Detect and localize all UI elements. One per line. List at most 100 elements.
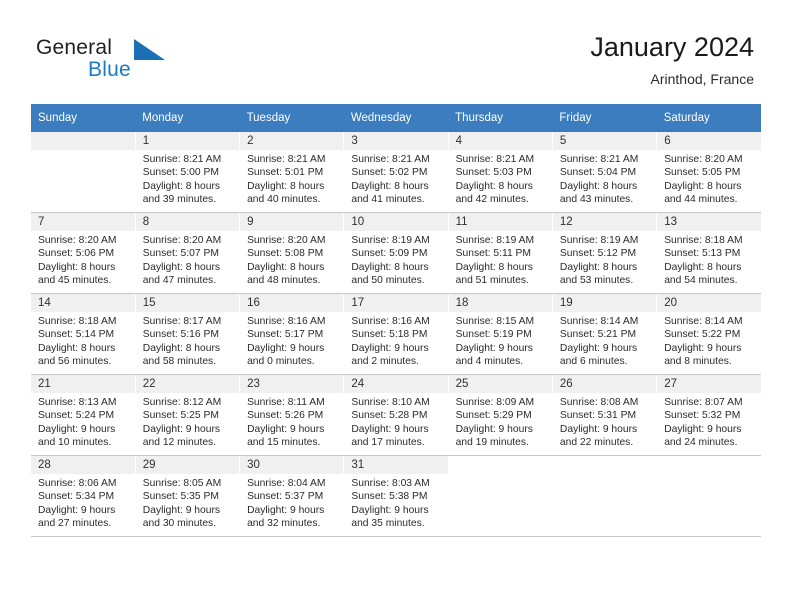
calendar-day-cell[interactable] [448, 455, 553, 537]
day-detail-sunset: Sunset: 5:28 PM [351, 410, 428, 422]
calendar-day-cell[interactable]: 9 Sunrise: 8:20 AM Sunset: 5:08 PM Daylight… [239, 212, 345, 294]
day-details: Sunrise: 8:20 AM Sunset: 5:08 PM Daylight:… [240, 231, 343, 288]
calendar-day-cell[interactable]: 7 Sunrise: 8:20 AM Sunset: 5:06 PM Daylight… [31, 212, 136, 294]
day-detail-daylight2: and 2 minutes. [351, 356, 419, 368]
calendar-day-cell[interactable]: 28 Sunrise: 8:06 AM Sunset: 5:34 PM Dayligh… [31, 455, 136, 537]
calendar-week-row: 7 Sunrise: 8:20 AM Sunset: 5:06 PM Daylight… [31, 212, 761, 294]
calendar-day-cell[interactable]: 20 Sunrise: 8:14 AM Sunset: 5:22 PM Dayligh… [656, 293, 761, 375]
day-detail-sunrise: Sunrise: 8:18 AM [664, 235, 743, 246]
day-detail-daylight1: Daylight: 8 hours [247, 180, 325, 192]
day-number: 17 [344, 294, 448, 312]
day-detail-daylight2: and 54 minutes. [664, 275, 738, 287]
day-detail-daylight1: Daylight: 9 hours [664, 423, 742, 435]
calendar-day-cell[interactable]: 19 Sunrise: 8:14 AM Sunset: 5:21 PM Dayligh… [552, 293, 658, 375]
calendar-day-cell[interactable]: 5 Sunrise: 8:21 AM Sunset: 5:04 PM Daylight… [552, 132, 658, 213]
day-detail-sunrise: Sunrise: 8:13 AM [38, 397, 117, 408]
day-detail-sunrise: Sunrise: 8:04 AM [247, 478, 326, 489]
day-detail-daylight1: Daylight: 9 hours [351, 423, 429, 435]
calendar-day-cell[interactable]: 14 Sunrise: 8:18 AM Sunset: 5:14 PM Dayligh… [31, 293, 136, 375]
day-number [31, 132, 135, 150]
day-details: Sunrise: 8:20 AM Sunset: 5:06 PM Daylight:… [31, 231, 135, 288]
day-number: 23 [240, 375, 344, 393]
day-detail-daylight2: and 22 minutes. [559, 437, 634, 449]
calendar-day-cell[interactable]: 24 Sunrise: 8:10 AM Sunset: 5:28 PM Dayligh… [343, 374, 449, 456]
brand-name-general: General [36, 36, 113, 59]
day-detail-daylight1: Daylight: 9 hours [38, 423, 116, 435]
calendar-day-cell[interactable]: 4 Sunrise: 8:21 AM Sunset: 5:03 PM Daylight… [448, 132, 553, 213]
day-detail-daylight2: and 6 minutes. [559, 356, 628, 368]
day-number [657, 456, 761, 474]
calendar-day-cell[interactable]: 23 Sunrise: 8:11 AM Sunset: 5:26 PM Dayligh… [239, 374, 345, 456]
calendar-day-cell[interactable]: 1 Sunrise: 8:21 AM Sunset: 5:00 PM Daylight… [135, 132, 241, 213]
day-detail-daylight2: and 8 minutes. [664, 356, 732, 368]
day-detail-daylight2: and 43 minutes. [559, 194, 634, 206]
day-detail-sunrise: Sunrise: 8:11 AM [247, 397, 325, 408]
day-detail-sunrise: Sunrise: 8:20 AM [38, 235, 117, 246]
calendar-day-cell[interactable] [552, 455, 658, 537]
day-detail-daylight1: Daylight: 9 hours [142, 504, 221, 516]
day-detail-sunset: Sunset: 5:16 PM [142, 329, 219, 341]
calendar-day-cell[interactable]: 22 Sunrise: 8:12 AM Sunset: 5:25 PM Dayligh… [135, 374, 241, 456]
calendar-table: Sunday Monday Tuesday Wednesday Thursday… [31, 104, 761, 537]
day-detail-sunset: Sunset: 5:01 PM [247, 167, 324, 179]
day-detail-sunrise: Sunrise: 8:20 AM [664, 154, 743, 165]
day-number: 27 [657, 375, 761, 393]
day-detail-sunrise: Sunrise: 8:05 AM [142, 478, 222, 489]
calendar-day-cell[interactable]: 11 Sunrise: 8:19 AM Sunset: 5:11 PM Dayligh… [448, 212, 553, 294]
day-detail-sunset: Sunset: 5:03 PM [455, 167, 532, 179]
day-detail-sunrise: Sunrise: 8:21 AM [351, 154, 430, 165]
day-detail-daylight1: Daylight: 9 hours [455, 423, 533, 435]
day-details: Sunrise: 8:17 AM Sunset: 5:16 PM Daylight:… [136, 312, 239, 369]
calendar-day-cell[interactable]: 6 Sunrise: 8:20 AM Sunset: 5:05 PM Daylight… [656, 132, 761, 213]
brand-logo[interactable]: General Blue [36, 36, 226, 88]
day-detail-sunset: Sunset: 5:24 PM [38, 410, 115, 422]
day-detail-daylight1: Daylight: 9 hours [142, 423, 221, 435]
calendar-day-cell[interactable] [656, 455, 761, 537]
day-detail-sunrise: Sunrise: 8:06 AM [38, 478, 117, 489]
day-detail-sunset: Sunset: 5:13 PM [664, 248, 741, 260]
day-detail-daylight2: and 47 minutes. [142, 275, 217, 287]
calendar-day-cell[interactable]: 17 Sunrise: 8:16 AM Sunset: 5:18 PM Dayligh… [343, 293, 449, 375]
day-details: Sunrise: 8:14 AM Sunset: 5:21 PM Daylight:… [553, 312, 656, 369]
day-details: Sunrise: 8:11 AM Sunset: 5:26 PM Daylight:… [240, 393, 343, 450]
calendar-day-cell[interactable]: 10 Sunrise: 8:19 AM Sunset: 5:09 PM Dayligh… [343, 212, 449, 294]
day-detail-sunrise: Sunrise: 8:18 AM [38, 316, 117, 327]
day-details: Sunrise: 8:14 AM Sunset: 5:22 PM Daylight:… [657, 312, 761, 369]
calendar-day-cell[interactable] [31, 132, 136, 213]
calendar-day-cell[interactable]: 8 Sunrise: 8:20 AM Sunset: 5:07 PM Daylight… [135, 212, 241, 294]
calendar-day-cell[interactable]: 12 Sunrise: 8:19 AM Sunset: 5:12 PM Dayligh… [552, 212, 658, 294]
calendar-day-cell[interactable]: 30 Sunrise: 8:04 AM Sunset: 5:37 PM Dayligh… [239, 455, 345, 537]
day-number: 9 [240, 213, 344, 231]
calendar-day-cell[interactable]: 18 Sunrise: 8:15 AM Sunset: 5:19 PM Dayligh… [448, 293, 553, 375]
day-details: Sunrise: 8:12 AM Sunset: 5:25 PM Daylight:… [136, 393, 239, 450]
calendar-day-cell[interactable]: 13 Sunrise: 8:18 AM Sunset: 5:13 PM Dayligh… [656, 212, 761, 294]
day-detail-sunrise: Sunrise: 8:07 AM [664, 397, 743, 408]
calendar-day-cell[interactable]: 21 Sunrise: 8:13 AM Sunset: 5:24 PM Dayligh… [31, 374, 136, 456]
calendar-day-cell[interactable]: 2 Sunrise: 8:21 AM Sunset: 5:01 PM Daylight… [239, 132, 345, 213]
day-detail-sunset: Sunset: 5:34 PM [38, 491, 115, 503]
calendar-day-cell[interactable]: 3 Sunrise: 8:21 AM Sunset: 5:02 PM Daylight… [343, 132, 449, 213]
calendar-day-cell[interactable]: 26 Sunrise: 8:08 AM Sunset: 5:31 PM Dayligh… [552, 374, 658, 456]
day-detail-sunset: Sunset: 5:31 PM [559, 410, 637, 422]
calendar-day-cell[interactable]: 25 Sunrise: 8:09 AM Sunset: 5:29 PM Dayligh… [448, 374, 553, 456]
calendar-day-cell[interactable]: 27 Sunrise: 8:07 AM Sunset: 5:32 PM Dayligh… [656, 374, 761, 456]
calendar-day-cell[interactable]: 16 Sunrise: 8:16 AM Sunset: 5:17 PM Dayligh… [239, 293, 345, 375]
day-detail-sunrise: Sunrise: 8:03 AM [351, 478, 430, 489]
weekday-header-wednesday: Wednesday [343, 104, 449, 132]
day-detail-sunrise: Sunrise: 8:08 AM [559, 397, 639, 408]
day-detail-daylight1: Daylight: 8 hours [351, 261, 429, 273]
day-number: 1 [135, 132, 240, 150]
day-detail-sunrise: Sunrise: 8:14 AM [559, 316, 639, 327]
calendar-day-cell[interactable]: 29 Sunrise: 8:05 AM Sunset: 5:35 PM Dayligh… [135, 455, 241, 537]
day-detail-daylight1: Daylight: 8 hours [38, 261, 116, 273]
calendar-day-cell[interactable]: 31 Sunrise: 8:03 AM Sunset: 5:38 PM Dayligh… [343, 455, 449, 537]
day-number: 19 [552, 294, 657, 312]
day-detail-sunset: Sunset: 5:25 PM [142, 410, 219, 422]
day-details: Sunrise: 8:21 AM Sunset: 5:01 PM Daylight:… [240, 150, 343, 207]
day-details: Sunrise: 8:20 AM Sunset: 5:05 PM Daylight:… [657, 150, 761, 207]
day-details: Sunrise: 8:13 AM Sunset: 5:24 PM Daylight:… [31, 393, 135, 450]
day-number: 18 [448, 294, 552, 312]
calendar-day-cell[interactable]: 15 Sunrise: 8:17 AM Sunset: 5:16 PM Dayligh… [135, 293, 241, 375]
day-number: 26 [552, 375, 657, 393]
day-detail-daylight1: Daylight: 8 hours [142, 342, 221, 354]
